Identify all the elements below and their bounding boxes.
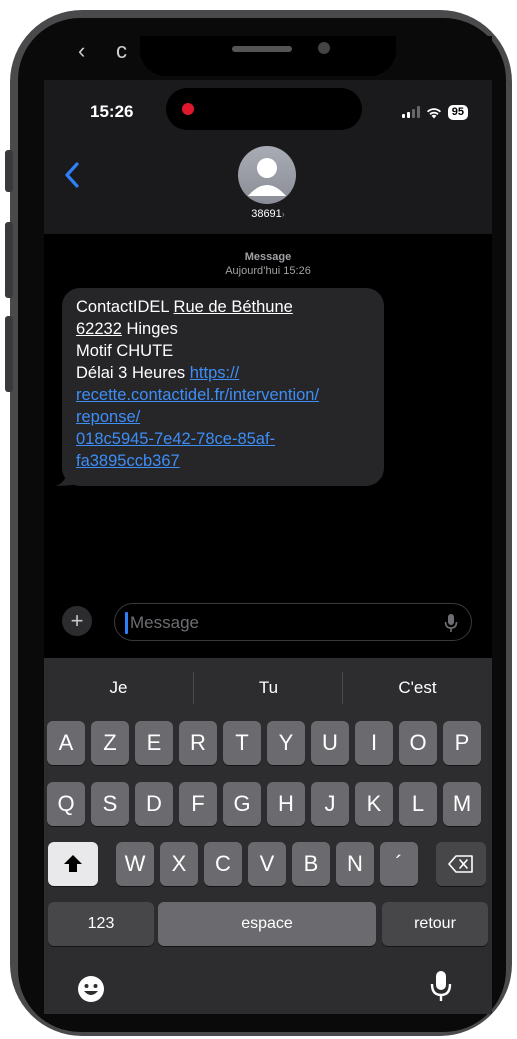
return-key[interactable]: retour [382,902,488,946]
add-attachment-button[interactable]: + [62,606,92,636]
key-c[interactable]: C [204,842,242,886]
speaker [232,46,292,52]
space-key[interactable]: espace [158,902,376,946]
key-s[interactable]: S [91,782,129,826]
key-e[interactable]: E [135,721,173,765]
key-w[interactable]: W [116,842,154,886]
key-z[interactable]: Z [91,721,129,765]
key-d[interactable]: D [135,782,173,826]
message-line-3: Motif CHUTE [76,342,174,360]
key-t[interactable]: T [223,721,261,765]
url-link-part-4[interactable]: 018c5945-7e42-78ce-85af- [76,428,370,450]
suggestion-1[interactable]: Je [44,678,193,698]
suggestion-3[interactable]: C'est [343,678,492,698]
message-line-4: Délai 3 Heures https:// [76,364,240,382]
shift-arrow-icon [64,855,82,872]
url-link-part-5[interactable]: fa3895ccb367 [76,450,370,472]
key-n[interactable]: N [336,842,374,886]
key-k[interactable]: K [355,782,393,826]
numbers-key[interactable]: 123 [48,902,154,946]
contact-chevron-icon: › [281,209,285,219]
key-p[interactable]: P [443,721,481,765]
volume-up-button [5,222,13,298]
key-j[interactable]: J [311,782,349,826]
key-v[interactable]: V [248,842,286,886]
incoming-message-bubble[interactable]: ContactIDEL Rue de Béthune 62232 Hinges … [62,288,384,486]
contact-name[interactable]: 38691› [44,208,492,220]
key-l[interactable]: L [399,782,437,826]
back-chevron-icon[interactable] [62,160,84,190]
key-b[interactable]: B [292,842,330,886]
camera [318,42,330,54]
dictation-mic-icon[interactable] [443,613,459,633]
battery-level-badge: 95 [447,104,468,120]
url-link-part-3[interactable]: reponse/ [76,406,370,428]
key-o[interactable]: O [399,721,437,765]
postcode-link[interactable]: 62232 [76,320,122,338]
emoji-icon[interactable] [76,974,106,1004]
key-h[interactable]: H [267,782,305,826]
key-m[interactable]: M [443,782,481,826]
message-date: Aujourd’hui 15:26 [225,265,311,277]
contact-avatar[interactable] [238,146,296,204]
person-silhouette-icon [248,158,286,196]
key-g[interactable]: G [223,782,261,826]
message-input[interactable]: Message [114,603,472,641]
wifi-icon [426,107,441,118]
shift-key[interactable] [48,842,98,886]
key-u[interactable]: U [311,721,349,765]
message-placeholder: Message [130,613,199,632]
status-time: 15:26 [90,102,134,121]
message-line-2: 62232 Hinges [76,320,178,338]
address-link[interactable]: Rue de Béthune [174,298,293,316]
url-link-part-1[interactable]: https:// [190,364,240,382]
status-icons: 95 [401,104,468,120]
dynamic-island[interactable] [166,88,362,130]
backspace-icon [448,855,473,873]
key-f[interactable]: F [179,782,217,826]
url-link-part-2[interactable]: recette.contactidel.fr/intervention/ [76,384,370,406]
dictation-microphone-icon[interactable] [430,970,452,1002]
cellular-signal-icon [401,106,420,118]
compose-bar: + Message [44,600,492,644]
message-timestamp: Message Aujourd’hui 15:26 [44,250,492,278]
silent-switch [5,150,13,192]
key-y[interactable]: Y [267,721,305,765]
key-accent[interactable]: ´ [380,842,418,886]
message-type-label: Message [244,251,292,263]
text-caret [125,612,128,634]
key-a[interactable]: A [47,721,85,765]
recording-indicator-icon [182,103,194,115]
message-line-1: ContactIDEL Rue de Béthune [76,298,293,316]
predictive-bar: Je Tu C'est [44,658,492,720]
key-r[interactable]: R [179,721,217,765]
screen: ‹ c 15:26 95 38691› Message Aujourd’hui … [44,36,492,1014]
camera-notch [140,36,396,76]
key-q[interactable]: Q [47,782,85,826]
key-x[interactable]: X [160,842,198,886]
keyboard-bottom-bar [44,960,492,1014]
suggestion-2[interactable]: Tu [194,678,343,698]
volume-down-button [5,316,13,392]
backspace-key[interactable] [436,842,486,886]
key-i[interactable]: I [355,721,393,765]
